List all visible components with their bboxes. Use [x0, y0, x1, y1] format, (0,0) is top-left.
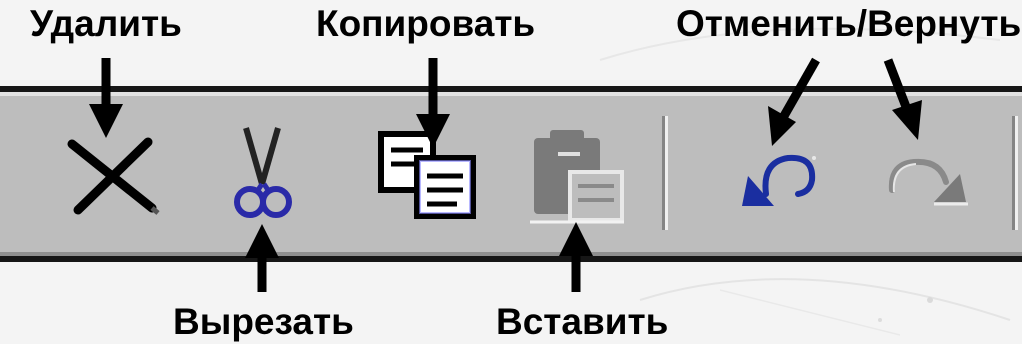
- delete-x-icon: [67, 137, 160, 215]
- toolbar-highlight: [0, 92, 1022, 96]
- paste-button[interactable]: [520, 106, 640, 240]
- toolbar-separator: [662, 116, 668, 230]
- paste-icon: [530, 130, 624, 224]
- label-cut: Вырезать: [173, 301, 354, 342]
- undo-button[interactable]: [722, 106, 842, 240]
- toolbar: [0, 86, 1022, 262]
- redo-button[interactable]: [868, 106, 988, 240]
- redo-icon: [888, 158, 968, 206]
- label-paste: Вставить: [496, 301, 669, 342]
- label-copy: Копировать: [316, 3, 536, 44]
- toolbar-shadow: [0, 252, 1022, 256]
- toolbar-separator-right: [1012, 116, 1018, 230]
- copy-button[interactable]: [367, 106, 487, 240]
- label-delete: Удалить: [30, 3, 182, 44]
- copy-icon: [378, 131, 476, 219]
- cut-button[interactable]: [206, 106, 326, 240]
- label-undo-redo: Отменить/Вернуть: [676, 3, 1022, 44]
- delete-button[interactable]: [56, 106, 176, 240]
- undo-icon: [742, 154, 816, 206]
- scissors-icon: [234, 127, 292, 218]
